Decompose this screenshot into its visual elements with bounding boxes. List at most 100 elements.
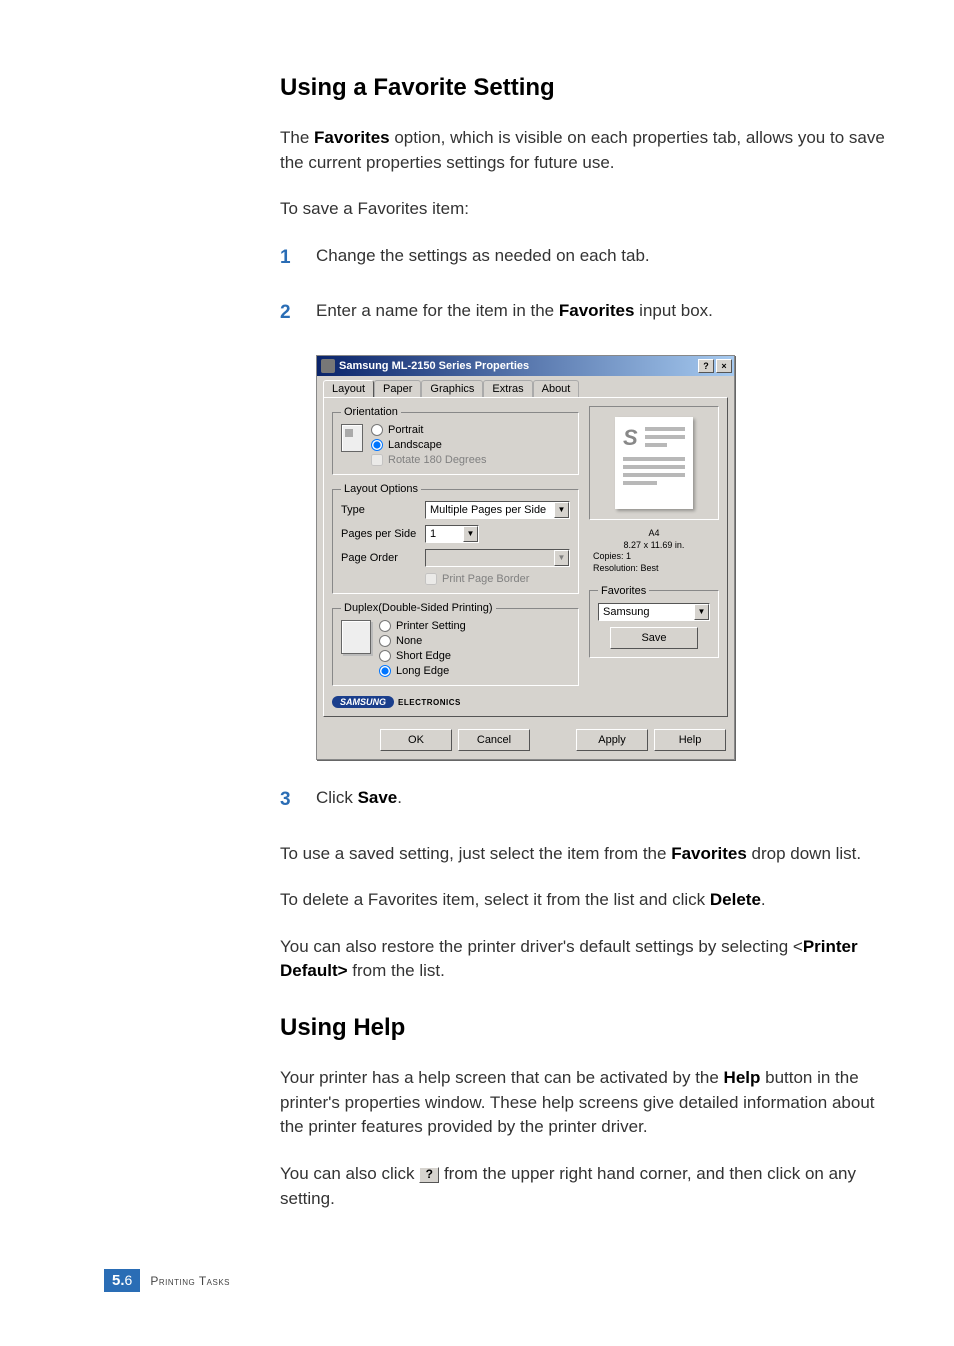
titlebar-close-button[interactable]: × bbox=[716, 359, 732, 373]
checkbox-input bbox=[425, 573, 437, 585]
pages-per-side-combo[interactable]: 1 ▼ bbox=[425, 525, 479, 543]
radio-input[interactable] bbox=[379, 665, 391, 677]
page-number-badge: 5.6 bbox=[104, 1269, 140, 1292]
ok-button[interactable]: OK bbox=[380, 729, 452, 751]
titlebar-help-button[interactable]: ? bbox=[698, 359, 714, 373]
para-help1: Your printer has a help screen that can … bbox=[280, 1066, 900, 1140]
t: . bbox=[397, 788, 402, 807]
group-legend: Orientation bbox=[341, 406, 401, 418]
para-restore: You can also restore the printer driver'… bbox=[280, 935, 900, 984]
page-preview: S bbox=[615, 417, 693, 509]
t: Click bbox=[316, 788, 358, 807]
tab-layout[interactable]: Layout bbox=[323, 380, 374, 397]
preview-copies: Copies: 1 bbox=[589, 551, 719, 563]
preview-dims: 8.27 x 11.69 in. bbox=[589, 540, 719, 552]
radio-label: Short Edge bbox=[396, 650, 451, 662]
chevron-down-icon[interactable]: ▼ bbox=[554, 502, 569, 518]
heading-favorite: Using a Favorite Setting bbox=[280, 74, 900, 102]
preview-meta: A4 8.27 x 11.69 in. Copies: 1 Resolution… bbox=[589, 528, 719, 575]
para-use-saved: To use a saved setting, just select the … bbox=[280, 842, 900, 867]
duplex-icon bbox=[341, 620, 371, 654]
radio-portrait[interactable]: Portrait bbox=[371, 424, 486, 436]
orientation-group: Orientation Portrait bbox=[332, 406, 579, 475]
para-tosave: To save a Favorites item: bbox=[280, 197, 900, 222]
t: . bbox=[761, 890, 766, 909]
type-combo[interactable]: Multiple Pages per Side ▼ bbox=[425, 501, 570, 519]
favorites-input[interactable]: Samsung ▼ bbox=[598, 603, 710, 621]
radio-label: Long Edge bbox=[396, 665, 449, 677]
step-number: 3 bbox=[280, 786, 316, 814]
orientation-icon bbox=[341, 424, 363, 452]
help-button[interactable]: Help bbox=[654, 729, 726, 751]
para-delete: To delete a Favorites item, select it fr… bbox=[280, 888, 900, 913]
favorites-group: Favorites Samsung ▼ Save bbox=[589, 585, 719, 658]
t: from the list. bbox=[348, 961, 445, 980]
radio-long-edge[interactable]: Long Edge bbox=[379, 665, 466, 677]
step-text: Change the settings as needed on each ta… bbox=[316, 244, 900, 269]
group-legend: Favorites bbox=[598, 585, 649, 597]
brand-logo: SAMSUNG bbox=[332, 696, 394, 708]
radio-input[interactable] bbox=[371, 424, 383, 436]
chevron-down-icon[interactable]: ▼ bbox=[694, 604, 709, 620]
heading-help: Using Help bbox=[280, 1014, 900, 1042]
radio-label: Portrait bbox=[388, 424, 423, 436]
t-bold: Favorites bbox=[314, 128, 390, 147]
step-1: 1 Change the settings as needed on each … bbox=[280, 244, 900, 272]
dialog-buttons: OK Cancel Apply Help bbox=[317, 723, 734, 759]
radio-label: None bbox=[396, 635, 422, 647]
page-order-label: Page Order bbox=[341, 552, 419, 564]
tab-paper[interactable]: Paper bbox=[374, 380, 421, 397]
check-print-border: Print Page Border bbox=[425, 573, 570, 585]
para-help2: You can also click ? from the upper righ… bbox=[280, 1162, 900, 1211]
type-label: Type bbox=[341, 504, 419, 516]
page-order-combo: ▼ bbox=[425, 549, 570, 567]
chapter-num: 5. bbox=[112, 1272, 125, 1289]
t: To use a saved setting, just select the … bbox=[280, 844, 671, 863]
t-bold: Favorites bbox=[559, 301, 635, 320]
preview-box: S bbox=[589, 406, 719, 520]
tab-about[interactable]: About bbox=[533, 380, 580, 397]
check-rotate: Rotate 180 Degrees bbox=[371, 454, 486, 466]
t: The bbox=[280, 128, 314, 147]
radio-input[interactable] bbox=[371, 439, 383, 451]
step-number: 1 bbox=[280, 244, 316, 272]
checkbox-input bbox=[371, 454, 383, 466]
radio-input[interactable] bbox=[379, 620, 391, 632]
radio-label: Printer Setting bbox=[396, 620, 466, 632]
page-num: 6 bbox=[125, 1272, 133, 1288]
favorites-value: Samsung bbox=[599, 606, 694, 618]
properties-dialog: Samsung ML-2150 Series Properties ? × La… bbox=[316, 355, 735, 760]
group-legend: Duplex(Double-Sided Printing) bbox=[341, 602, 496, 614]
t-bold: Delete bbox=[710, 890, 761, 909]
radio-printer-setting[interactable]: Printer Setting bbox=[379, 620, 466, 632]
check-label: Print Page Border bbox=[442, 573, 529, 585]
dialog-title: Samsung ML-2150 Series Properties bbox=[339, 360, 696, 372]
radio-input[interactable] bbox=[379, 635, 391, 647]
t: Your printer has a help screen that can … bbox=[280, 1068, 724, 1087]
radio-short-edge[interactable]: Short Edge bbox=[379, 650, 466, 662]
combo-value: Multiple Pages per Side bbox=[426, 504, 554, 516]
tab-graphics[interactable]: Graphics bbox=[421, 380, 483, 397]
tab-extras[interactable]: Extras bbox=[483, 380, 532, 397]
layout-options-group: Layout Options Type Multiple Pages per S… bbox=[332, 483, 579, 594]
app-icon bbox=[321, 359, 335, 373]
chevron-down-icon[interactable]: ▼ bbox=[463, 526, 478, 542]
apply-button[interactable]: Apply bbox=[576, 729, 648, 751]
t-bold: Save bbox=[358, 788, 398, 807]
radio-input[interactable] bbox=[379, 650, 391, 662]
footer-label: Printing Tasks bbox=[150, 1274, 230, 1288]
page-footer: 5.6 Printing Tasks bbox=[104, 1269, 230, 1292]
t: You can also restore the printer driver'… bbox=[280, 937, 803, 956]
save-button[interactable]: Save bbox=[610, 627, 698, 649]
step-text: Click Save. bbox=[316, 786, 900, 811]
radio-none[interactable]: None bbox=[379, 635, 466, 647]
combo-value: 1 bbox=[426, 528, 463, 540]
radio-landscape[interactable]: Landscape bbox=[371, 439, 486, 451]
t: input box. bbox=[634, 301, 712, 320]
cancel-button[interactable]: Cancel bbox=[458, 729, 530, 751]
step-text: Enter a name for the item in the Favorit… bbox=[316, 299, 900, 324]
brand-row: SAMSUNG ELECTRONICS bbox=[332, 696, 719, 708]
duplex-group: Duplex(Double-Sided Printing) Printer Se… bbox=[332, 602, 579, 686]
tab-panel: Orientation Portrait bbox=[323, 397, 728, 717]
t: drop down list. bbox=[747, 844, 861, 863]
